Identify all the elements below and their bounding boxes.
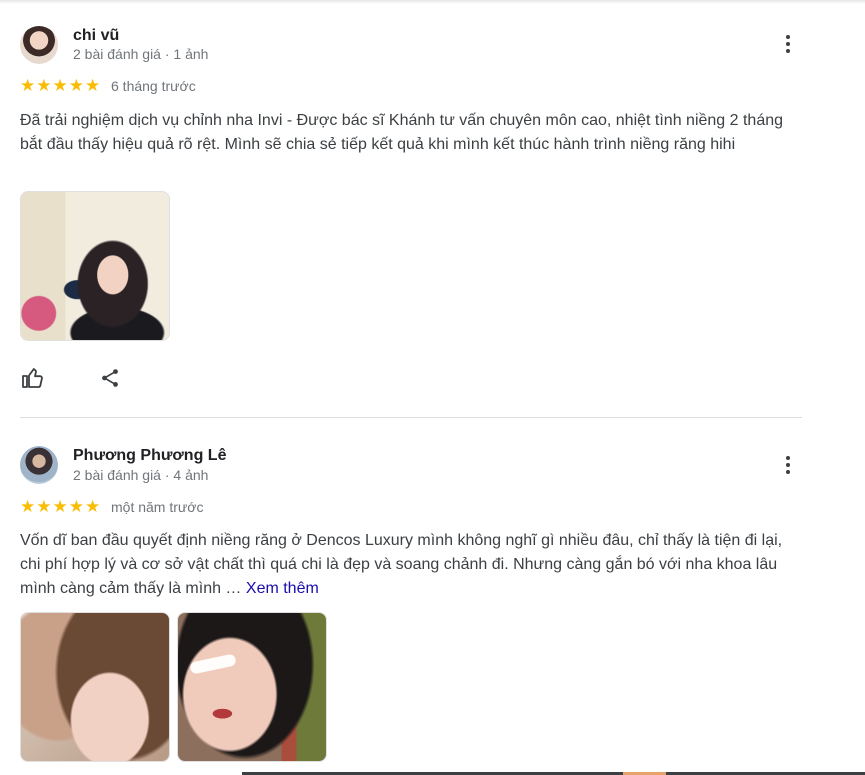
review-time: một năm trước	[111, 499, 204, 515]
like-button[interactable]	[20, 365, 46, 391]
author-name[interactable]: chi vũ	[73, 27, 119, 45]
author-meta: 2 bài đánh giá · 1 ảnh	[73, 46, 209, 62]
review-divider	[20, 417, 802, 418]
share-button[interactable]	[97, 365, 123, 391]
star-icon: ★	[36, 497, 52, 516]
star-icon: ★	[85, 76, 101, 95]
star-icon: ★	[36, 76, 52, 95]
avatar[interactable]	[20, 446, 58, 484]
see-more-link[interactable]: Xem thêm	[246, 580, 319, 597]
review-photo[interactable]	[177, 612, 327, 762]
star-icon: ★	[52, 76, 68, 95]
review-photo[interactable]	[20, 612, 170, 762]
review-photo[interactable]	[20, 191, 170, 341]
review-text: Đã trải nghiệm dịch vụ chỉnh nha Invi - …	[20, 109, 800, 157]
star-icon: ★	[68, 497, 84, 516]
star-icon: ★	[68, 76, 84, 95]
star-rating: ★ ★ ★ ★ ★	[20, 498, 100, 515]
review-text: Vốn dĩ ban đầu quyết định niềng răng ở D…	[20, 529, 800, 601]
star-icon: ★	[20, 497, 36, 516]
avatar[interactable]	[20, 26, 58, 64]
more-vert-icon	[786, 35, 790, 39]
review-text-content: Vốn dĩ ban đầu quyết định niềng răng ở D…	[20, 532, 783, 597]
author-name[interactable]: Phương Phương Lê	[73, 447, 226, 465]
star-icon: ★	[85, 497, 101, 516]
author-meta: 2 bài đánh giá · 4 ảnh	[73, 467, 209, 483]
star-icon: ★	[20, 76, 36, 95]
more-options-button[interactable]	[780, 32, 796, 56]
more-vert-icon	[786, 456, 790, 460]
thumb-up-icon	[22, 368, 43, 388]
top-shadow	[0, 0, 865, 4]
review-text-content: Đã trải nghiệm dịch vụ chỉnh nha Invi - …	[20, 112, 784, 153]
star-icon: ★	[52, 497, 68, 516]
share-icon	[102, 369, 118, 387]
review-time: 6 tháng trước	[111, 78, 196, 94]
more-options-button[interactable]	[780, 453, 796, 477]
star-rating: ★ ★ ★ ★ ★	[20, 77, 100, 94]
